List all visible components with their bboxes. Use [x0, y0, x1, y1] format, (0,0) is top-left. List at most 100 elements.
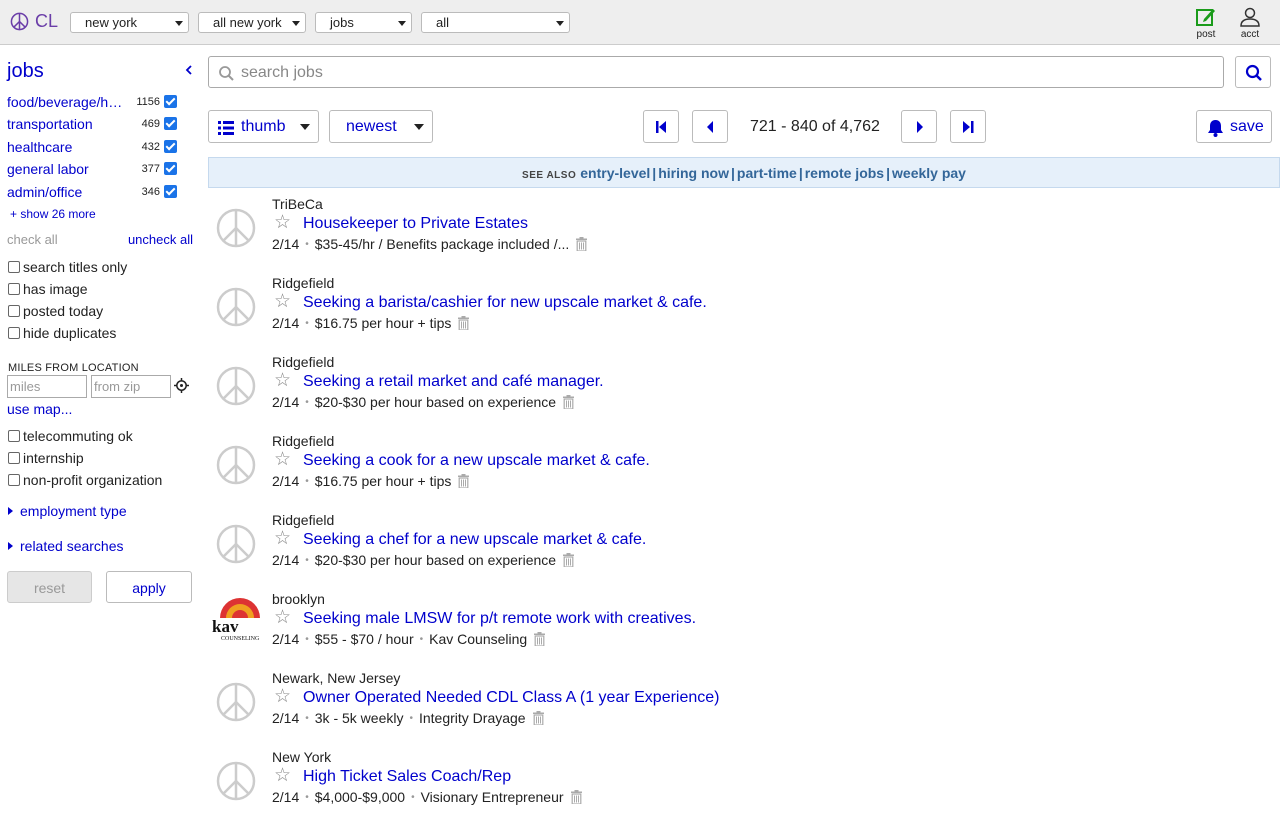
- listing-title-link[interactable]: High Ticket Sales Coach/Rep: [303, 768, 511, 786]
- craigslist-logo[interactable]: CL: [10, 11, 58, 32]
- listing-row[interactable]: Ridgefield ☆ Seeking a chef for a new upsc…: [208, 512, 1280, 591]
- related-searches-expander[interactable]: related searches: [8, 538, 124, 554]
- has-image-option[interactable]: has image: [8, 279, 88, 299]
- category-general-labor[interactable]: general labor 377: [7, 159, 195, 181]
- listing-thumbnail[interactable]: kav COUNSELING: [211, 596, 261, 642]
- listing-row[interactable]: Ridgefield ☆ Seeking a retail market and c…: [208, 354, 1280, 433]
- miles-input[interactable]: miles: [7, 375, 87, 398]
- check-all-link[interactable]: check all: [7, 232, 58, 247]
- listing-thumbnail[interactable]: [216, 287, 256, 327]
- listing-thumbnail[interactable]: [216, 682, 256, 722]
- trash-icon[interactable]: [458, 316, 470, 330]
- trash-icon[interactable]: [576, 237, 588, 251]
- listing-thumbnail[interactable]: [216, 208, 256, 248]
- search-button[interactable]: [1235, 56, 1271, 88]
- listing-title-link[interactable]: Housekeeper to Private Estates: [303, 215, 528, 233]
- favorite-star-icon[interactable]: ☆: [274, 450, 291, 470]
- category-admin-office[interactable]: admin/office 346: [7, 182, 195, 204]
- category-label[interactable]: transportation: [7, 116, 129, 132]
- trash-icon[interactable]: [563, 553, 575, 567]
- checkbox[interactable]: [8, 327, 20, 339]
- category-label[interactable]: general labor: [7, 161, 129, 177]
- see-also-entry-level[interactable]: entry-level: [580, 165, 650, 181]
- apply-button[interactable]: apply: [106, 571, 192, 603]
- listing-row[interactable]: kav COUNSELING brooklyn ☆ Seeking male LMSW …: [208, 591, 1280, 670]
- zip-input[interactable]: from zip: [91, 375, 171, 398]
- checkbox[interactable]: [8, 474, 20, 486]
- next-page-button[interactable]: [901, 110, 937, 143]
- category-transportation[interactable]: transportation 469: [7, 114, 195, 136]
- listing-title-link[interactable]: Seeking male LMSW for p/t remote work wi…: [303, 610, 696, 628]
- category-label[interactable]: healthcare: [7, 139, 129, 155]
- see-also-remote-jobs[interactable]: remote jobs: [805, 165, 884, 181]
- category-healthcare[interactable]: healthcare 432: [7, 137, 195, 159]
- chevron-left-icon[interactable]: [184, 65, 194, 75]
- subarea-select[interactable]: all new york: [198, 12, 306, 33]
- category-food-beverage[interactable]: food/beverage/hospitality 1156: [7, 92, 195, 114]
- crosshair-icon[interactable]: [174, 378, 189, 393]
- checkbox[interactable]: [8, 261, 20, 273]
- listing-title-link[interactable]: Seeking a cook for a new upscale market …: [303, 452, 650, 470]
- employment-type-expander[interactable]: employment type: [8, 503, 127, 519]
- checkbox[interactable]: [8, 305, 20, 317]
- posted-today-option[interactable]: posted today: [8, 301, 103, 321]
- telecommuting-option[interactable]: telecommuting ok: [8, 426, 133, 446]
- favorite-star-icon[interactable]: ☆: [274, 371, 291, 391]
- checkbox[interactable]: [8, 430, 20, 442]
- non-profit-option[interactable]: non-profit organization: [8, 470, 162, 490]
- category-checkbox[interactable]: [164, 117, 177, 130]
- favorite-star-icon[interactable]: ☆: [274, 687, 291, 707]
- listing-thumbnail[interactable]: [216, 445, 256, 485]
- sidebar-title[interactable]: jobs: [7, 60, 44, 83]
- listing-thumbnail[interactable]: [216, 366, 256, 406]
- previous-page-button[interactable]: [692, 110, 728, 143]
- post-button[interactable]: post: [1188, 6, 1224, 40]
- checkbox[interactable]: [8, 452, 20, 464]
- listing-row[interactable]: Ridgefield ☆ Seeking a barista/cashier for…: [208, 275, 1280, 354]
- search-input[interactable]: search jobs: [208, 56, 1224, 88]
- account-button[interactable]: acct: [1232, 6, 1268, 40]
- use-map-link[interactable]: use map...: [7, 401, 72, 417]
- category-checkbox[interactable]: [164, 185, 177, 198]
- last-page-button[interactable]: [950, 110, 986, 143]
- category-checkbox[interactable]: [164, 162, 177, 175]
- sort-select[interactable]: newest: [329, 110, 433, 143]
- listing-row[interactable]: Newark, New Jersey ☆ Owner Operated Needed…: [208, 670, 1280, 749]
- search-titles-only-option[interactable]: search titles only: [8, 257, 127, 277]
- see-also-part-time[interactable]: part-time: [737, 165, 797, 181]
- trash-icon[interactable]: [532, 711, 544, 725]
- trash-icon[interactable]: [563, 395, 575, 409]
- view-mode-select[interactable]: thumb: [208, 110, 319, 143]
- see-also-hiring-now[interactable]: hiring now: [658, 165, 729, 181]
- category-select[interactable]: all: [421, 12, 570, 33]
- category-checkbox[interactable]: [164, 140, 177, 153]
- category-checkbox[interactable]: [164, 95, 177, 108]
- listing-thumbnail[interactable]: [216, 524, 256, 564]
- see-also-weekly-pay[interactable]: weekly pay: [892, 165, 966, 181]
- trash-icon[interactable]: [570, 790, 582, 804]
- listing-thumbnail[interactable]: [216, 761, 256, 801]
- favorite-star-icon[interactable]: ☆: [274, 292, 291, 312]
- listing-title-link[interactable]: Seeking a retail market and café manager…: [303, 373, 604, 391]
- checkbox[interactable]: [8, 283, 20, 295]
- category-label[interactable]: food/beverage/hospitality: [7, 94, 129, 110]
- hide-duplicates-option[interactable]: hide duplicates: [8, 323, 116, 343]
- trash-icon[interactable]: [458, 474, 470, 488]
- favorite-star-icon[interactable]: ☆: [274, 608, 291, 628]
- show-more-link[interactable]: + show 26 more: [10, 207, 96, 221]
- listing-title-link[interactable]: Seeking a chef for a new upscale market …: [303, 531, 646, 549]
- listing-row[interactable]: TriBeCa ☆ Housekeeper to Private Estates 2/…: [208, 196, 1280, 275]
- save-search-button[interactable]: save: [1196, 110, 1272, 143]
- category-label[interactable]: admin/office: [7, 184, 129, 200]
- favorite-star-icon[interactable]: ☆: [274, 529, 291, 549]
- listing-row[interactable]: New York ☆ High Ticket Sales Coach/Rep 2/14…: [208, 749, 1280, 828]
- listing-title-link[interactable]: Owner Operated Needed CDL Class A (1 yea…: [303, 689, 720, 707]
- internship-option[interactable]: internship: [8, 448, 84, 468]
- favorite-star-icon[interactable]: ☆: [274, 213, 291, 233]
- uncheck-all-link[interactable]: uncheck all: [128, 232, 193, 247]
- favorite-star-icon[interactable]: ☆: [274, 766, 291, 786]
- section-select[interactable]: jobs: [315, 12, 412, 33]
- trash-icon[interactable]: [534, 632, 546, 646]
- listing-row[interactable]: Ridgefield ☆ Seeking a cook for a new upsc…: [208, 433, 1280, 512]
- listing-title-link[interactable]: Seeking a barista/cashier for new upscal…: [303, 294, 707, 312]
